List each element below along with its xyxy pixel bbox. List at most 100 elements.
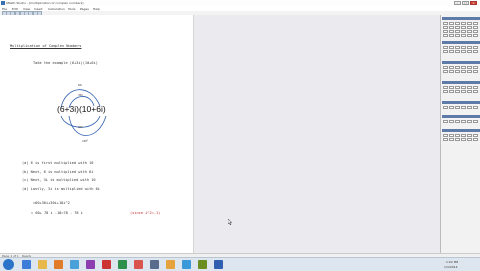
panel-button[interactable] [455,120,460,123]
panel-button[interactable] [473,106,478,109]
panel-button[interactable] [473,70,478,73]
panel-button[interactable] [473,46,478,49]
panel-button[interactable] [449,90,454,93]
panel-button[interactable] [443,22,448,25]
panel-button[interactable] [449,86,454,89]
panel-button[interactable] [461,134,466,137]
panel-button[interactable] [461,46,466,49]
panel-button[interactable] [455,66,460,69]
panel-button[interactable] [443,50,448,53]
panel-header-functions[interactable] [442,81,480,84]
panel-header-symbols[interactable] [442,129,480,132]
panel-button[interactable] [467,90,472,93]
panel-button[interactable] [449,22,454,25]
panel-button[interactable] [455,30,460,33]
panel-button[interactable] [473,34,478,37]
panel-button[interactable] [443,70,448,73]
panel-button[interactable] [455,26,460,29]
app-icon-2[interactable] [86,260,95,269]
panel-button[interactable] [449,134,454,137]
start-button[interactable] [3,259,14,270]
panel-button[interactable] [461,30,466,33]
panel-button[interactable] [473,26,478,29]
panel-button[interactable] [455,106,460,109]
panel-button[interactable] [449,106,454,109]
panel-button[interactable] [461,86,466,89]
panel-button[interactable] [473,66,478,69]
panel-button[interactable] [455,134,460,137]
panel-button[interactable] [467,134,472,137]
app-icon-8[interactable] [182,260,191,269]
panel-header-programming[interactable] [442,115,480,118]
panel-button[interactable] [449,26,454,29]
panel-button[interactable] [461,90,466,93]
app-icon-7[interactable] [166,260,175,269]
panel-button[interactable] [449,34,454,37]
app-icon-1[interactable] [70,260,79,269]
panel-button[interactable] [473,138,478,141]
clock-date[interactable]: 1/3/2014 [444,265,457,269]
panel-button[interactable] [461,120,466,123]
clock-time[interactable]: 1:02 PM [446,260,458,264]
panel-button[interactable] [461,26,466,29]
panel-button[interactable] [443,34,448,37]
panel-header-boolean[interactable] [442,61,480,64]
panel-button[interactable] [467,86,472,89]
workspace-area[interactable] [194,15,440,253]
panel-button[interactable] [473,50,478,53]
panel-button[interactable] [455,138,460,141]
panel-button[interactable] [467,22,472,25]
panel-button[interactable] [467,50,472,53]
panel-button[interactable] [443,138,448,141]
panel-button[interactable] [443,134,448,137]
panel-button[interactable] [443,86,448,89]
panel-button[interactable] [461,50,466,53]
panel-button[interactable] [467,138,472,141]
panel-button[interactable] [461,106,466,109]
panel-button[interactable] [473,86,478,89]
panel-button[interactable] [443,120,448,123]
panel-button[interactable] [443,66,448,69]
app-icon-9[interactable] [198,260,207,269]
panel-header-graph[interactable] [442,101,480,104]
panel-button[interactable] [443,90,448,93]
panel-button[interactable] [455,90,460,93]
app-icon-3[interactable] [102,260,111,269]
panel-button[interactable] [467,34,472,37]
minimize-button[interactable]: – [454,1,461,5]
panel-button[interactable] [449,120,454,123]
panel-button[interactable] [449,30,454,33]
panel-button[interactable] [467,120,472,123]
panel-button[interactable] [467,70,472,73]
app-icon-6[interactable] [150,260,159,269]
panel-button[interactable] [467,66,472,69]
panel-button[interactable] [467,46,472,49]
panel-header-arithmetic[interactable] [442,17,480,20]
panel-button[interactable] [449,138,454,141]
panel-button[interactable] [473,134,478,137]
panel-button[interactable] [467,106,472,109]
smath-icon[interactable] [214,260,223,269]
panel-button[interactable] [461,70,466,73]
panel-button[interactable] [461,34,466,37]
panel-button[interactable] [455,50,460,53]
media-icon[interactable] [54,260,63,269]
panel-button[interactable] [449,46,454,49]
panel-button[interactable] [449,66,454,69]
panel-button[interactable] [455,70,460,73]
app-icon-5[interactable] [134,260,143,269]
panel-button[interactable] [449,50,454,53]
ie-icon[interactable] [22,260,31,269]
panel-button[interactable] [443,46,448,49]
panel-button[interactable] [461,138,466,141]
panel-button[interactable] [473,90,478,93]
explorer-icon[interactable] [38,260,47,269]
panel-button[interactable] [461,66,466,69]
panel-button[interactable] [473,30,478,33]
panel-button[interactable] [473,120,478,123]
app-icon-4[interactable] [118,260,127,269]
panel-header-matrices[interactable] [442,41,480,44]
panel-button[interactable] [455,22,460,25]
panel-button[interactable] [443,106,448,109]
panel-button[interactable] [455,34,460,37]
